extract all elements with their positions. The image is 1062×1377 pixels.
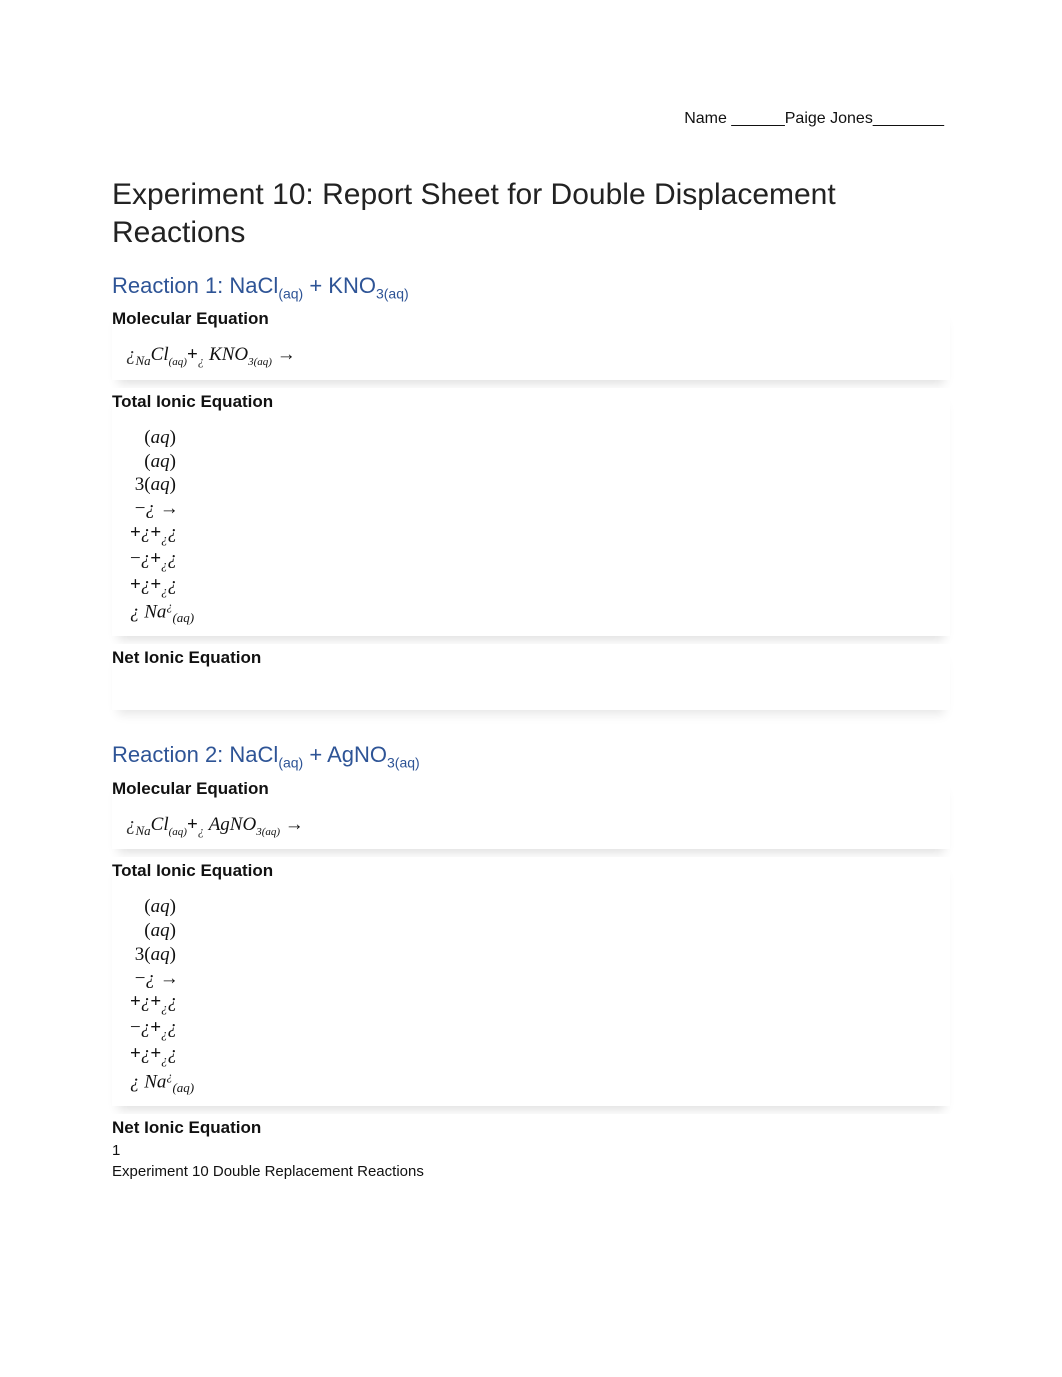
r2-ionic-block: (aq) (aq) 3(aq) −¿ → +¿+¿¿ −¿+¿¿ +¿+¿¿ ¿… [112, 895, 950, 1096]
net-ionic-label: Net Ionic Equation [112, 1118, 950, 1138]
kno: KNO [209, 344, 248, 365]
heading-sub2: 3(aq) [387, 755, 420, 771]
ionic-row: −¿+¿¿ [130, 1016, 950, 1042]
ionic-row: +¿+¿¿ [130, 990, 950, 1016]
page-footer: 1 Experiment 10 Double Replacement React… [112, 1140, 424, 1182]
r1-total-ionic-section: Total Ionic Equation (aq) (aq) 3(aq) −¿ … [112, 388, 950, 637]
ionic-row: (aq) [130, 426, 950, 450]
ionic-row: +¿+¿¿ [130, 521, 950, 547]
ionic-row: +¿+¿¿ [130, 573, 950, 599]
placeholder-icon: ¿ [198, 823, 205, 838]
ionic-row: (aq) [130, 450, 950, 474]
sub-3aq: 3(aq) [256, 826, 280, 838]
net-ionic-label: Net Ionic Equation [112, 648, 950, 668]
heading-mid: + AgNO [303, 742, 387, 767]
reaction-1-heading: Reaction 1: NaCl(aq) + KNO3(aq) [112, 273, 950, 301]
r1-molecular-section: Molecular Equation ¿NaCl(aq)+¿ KNO3(aq) … [112, 305, 950, 380]
cl: Cl [151, 814, 169, 835]
placeholder-icon: ¿ [126, 344, 136, 365]
heading-sub2: 3(aq) [376, 285, 409, 301]
total-ionic-label: Total Ionic Equation [112, 392, 950, 412]
plus-op: + [187, 344, 198, 365]
page-title: Experiment 10: Report Sheet for Double D… [112, 176, 950, 251]
cl: Cl [151, 344, 169, 365]
ionic-row: (aq) [130, 919, 950, 943]
sub-na: Na [136, 823, 151, 838]
r2-total-ionic-section: Total Ionic Equation (aq) (aq) 3(aq) −¿ … [112, 857, 950, 1106]
ionic-row: (aq) [130, 895, 950, 919]
reaction-2-heading: Reaction 2: NaCl(aq) + AgNO3(aq) [112, 742, 950, 770]
page: Name ______Paige Jones________ Experimen… [0, 0, 1062, 1138]
arrow-icon: → [285, 814, 304, 835]
r1-net-ionic-section: Net Ionic Equation [112, 644, 950, 710]
sub-na: Na [136, 353, 151, 368]
agno: AgNO [209, 814, 257, 835]
ionic-row: ¿ Na¿(aq) [130, 599, 950, 626]
plus-op: + [187, 814, 198, 835]
heading-prefix: Reaction 2: NaCl [112, 742, 278, 767]
r2-molecular-section: Molecular Equation ¿NaCl(aq)+¿ AgNO3(aq)… [112, 775, 950, 850]
placeholder-icon: ¿ [126, 814, 136, 835]
r2-molecular-equation: ¿NaCl(aq)+¿ AgNO3(aq) → [112, 813, 950, 840]
arrow-icon: → [277, 344, 296, 365]
ionic-row: 3(aq) [130, 473, 950, 497]
sub-aq: (aq) [169, 356, 187, 368]
ionic-row: +¿+¿¿ [130, 1042, 950, 1068]
r1-ionic-block: (aq) (aq) 3(aq) −¿ → +¿+¿¿ −¿+¿¿ +¿+¿¿ ¿… [112, 426, 950, 627]
placeholder-icon: ¿ [198, 353, 205, 368]
name-label: Name [684, 110, 727, 127]
heading-sub1: (aq) [278, 755, 303, 771]
heading-prefix: Reaction 1: NaCl [112, 273, 278, 298]
molecular-label: Molecular Equation [112, 309, 950, 329]
student-name: Paige Jones [785, 110, 873, 127]
blank-post: ________ [873, 110, 944, 127]
ionic-row: ¿ Na¿(aq) [130, 1069, 950, 1096]
sub-3aq: 3(aq) [248, 356, 272, 368]
footer-text: Experiment 10 Double Replacement Reactio… [112, 1161, 424, 1182]
heading-sub1: (aq) [278, 285, 303, 301]
heading-mid: + KNO [303, 273, 376, 298]
r2-net-ionic-section: Net Ionic Equation [112, 1114, 950, 1138]
r1-molecular-equation: ¿NaCl(aq)+¿ KNO3(aq) → [112, 343, 950, 370]
ionic-row: −¿ → [130, 497, 950, 521]
molecular-label: Molecular Equation [112, 779, 950, 799]
sub-aq: (aq) [169, 826, 187, 838]
total-ionic-label: Total Ionic Equation [112, 861, 950, 881]
ionic-row: 3(aq) [130, 943, 950, 967]
name-field: Name ______Paige Jones________ [112, 110, 950, 128]
page-number: 1 [112, 1140, 424, 1161]
blank-pre: ______ [731, 110, 784, 127]
ionic-row: −¿ → [130, 967, 950, 991]
ionic-row: −¿+¿¿ [130, 547, 950, 573]
